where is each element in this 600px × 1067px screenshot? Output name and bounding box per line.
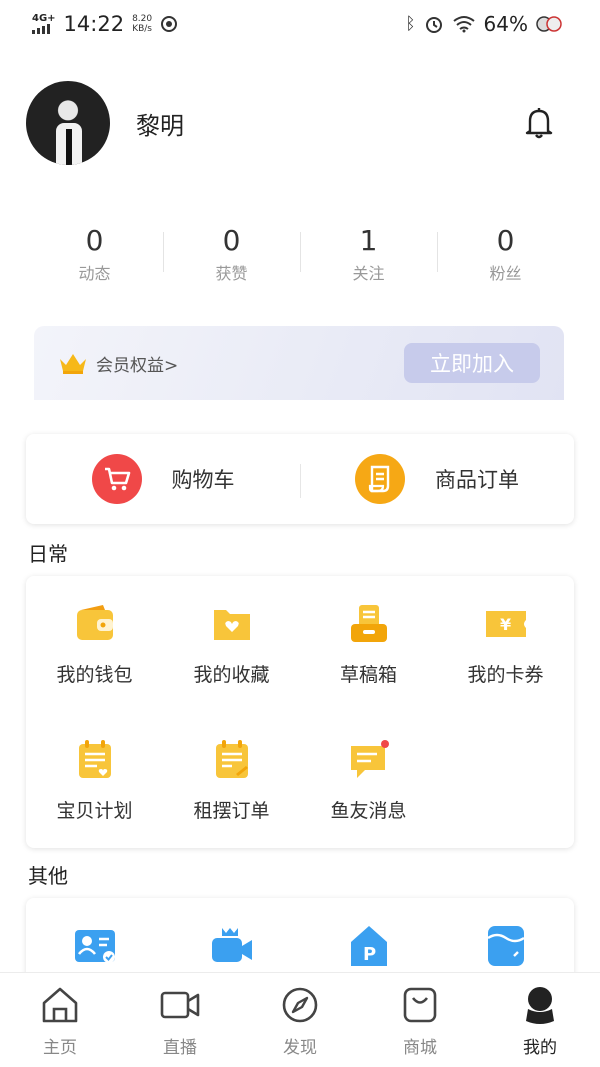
- nav-mall[interactable]: 商城: [360, 973, 480, 1067]
- aquarium-entry[interactable]: [437, 924, 574, 968]
- my-coupons-entry[interactable]: ¥ 我的卡券: [437, 576, 574, 712]
- shop-label: 购物车: [171, 468, 235, 492]
- section-title-daily: 日常: [28, 542, 68, 566]
- status-left: 4G+ 14:22 8.20 KB/s: [32, 12, 178, 36]
- stat-label: 动态: [78, 264, 111, 283]
- battery-level: 64%: [483, 12, 528, 36]
- stat-posts[interactable]: 0 动态: [26, 224, 163, 284]
- crown-icon: [60, 354, 86, 374]
- grid-label: 我的收藏: [193, 664, 270, 686]
- profile-header: 黎明: [26, 80, 574, 166]
- video-camera-icon: [211, 928, 252, 962]
- nav-label: 商城: [403, 1038, 437, 1058]
- favorites-folder-icon: [213, 610, 250, 640]
- grid-label: 草稿箱: [339, 664, 397, 686]
- stat-likes[interactable]: 0 获赞: [163, 224, 300, 284]
- net-speed-unit: KB/s: [132, 24, 152, 34]
- section-title-other: 其他: [28, 864, 68, 888]
- nav-live[interactable]: 直播: [120, 973, 240, 1067]
- bell-icon[interactable]: [524, 106, 554, 140]
- alarm-icon: [425, 17, 442, 33]
- product-orders-entry[interactable]: 商品订单: [300, 454, 574, 504]
- grid-label: 我的钱包: [56, 664, 133, 686]
- stat-value: 1: [359, 224, 378, 257]
- clock: 14:22: [63, 12, 125, 36]
- identity-entry[interactable]: [26, 924, 163, 968]
- unread-dot: [380, 740, 389, 748]
- username[interactable]: 黎明: [136, 106, 524, 141]
- status-bar: 4G+ 14:22 8.20 KB/s ᛒ 64%: [0, 0, 600, 48]
- svg-text:¥: ¥: [500, 615, 511, 634]
- nav-home[interactable]: 主页: [0, 973, 120, 1067]
- wifi-icon: [452, 16, 475, 33]
- wallet-icon: [76, 605, 113, 640]
- shop-label: 商品订单: [435, 468, 519, 492]
- baby-plan-entry[interactable]: 宝贝计划: [26, 712, 163, 848]
- plan-icon: [78, 740, 111, 778]
- grid-label: 我的卡券: [467, 664, 544, 686]
- status-right: ᛒ 64%: [405, 12, 562, 36]
- nav-label: 直播: [163, 1038, 197, 1058]
- live-video-entry[interactable]: [163, 924, 300, 968]
- stat-label: 关注: [352, 264, 385, 283]
- drafts-entry[interactable]: 草稿箱: [300, 576, 437, 712]
- stat-value: 0: [85, 224, 104, 257]
- grid-label: 宝贝计划: [56, 800, 133, 822]
- rental-order-icon: [215, 740, 248, 778]
- me-icon: [526, 987, 554, 1024]
- my-favorites-entry[interactable]: 我的收藏: [163, 576, 300, 712]
- net-speed: 8.20 KB/s: [132, 14, 152, 34]
- home-icon: [42, 987, 78, 1023]
- stat-followers[interactable]: 0 粉丝: [437, 224, 574, 284]
- nav-me[interactable]: 我的: [480, 973, 600, 1067]
- nav-discover[interactable]: 发现: [240, 973, 360, 1067]
- member-banner[interactable]: 会员权益> 立即加入: [34, 326, 564, 400]
- cart-icon: [91, 454, 142, 504]
- my-wallet-entry[interactable]: 我的钱包: [26, 576, 163, 712]
- member-benefits-link[interactable]: 会员权益>: [96, 351, 404, 376]
- id-card-icon: [74, 930, 115, 963]
- rental-orders-entry[interactable]: 租摆订单: [163, 712, 300, 848]
- notification-app-icon: [536, 16, 562, 32]
- sync-app-icon: [161, 16, 178, 32]
- daily-card: 我的钱包 我的收藏 草稿箱 ¥ 我的卡券 宝贝计划 租摆订单 鱼友消息: [26, 576, 574, 848]
- shopping-cart-entry[interactable]: 购物车: [26, 454, 300, 504]
- stat-value: 0: [222, 224, 241, 257]
- draft-box-icon: [350, 605, 387, 642]
- nav-label: 主页: [43, 1038, 77, 1058]
- svg-text:P: P: [363, 944, 376, 965]
- stat-label: 粉丝: [489, 264, 522, 283]
- compass-icon: [282, 987, 318, 1023]
- network-type: 4G+: [32, 13, 56, 24]
- nav-label: 发现: [283, 1038, 317, 1058]
- stat-following[interactable]: 1 关注: [300, 224, 437, 284]
- stat-label: 获赞: [215, 264, 248, 283]
- mall-bag-icon: [403, 987, 437, 1023]
- parking-entry[interactable]: P: [300, 924, 437, 968]
- parking-house-icon: P: [350, 926, 387, 966]
- shop-card: 购物车 商品订单: [26, 434, 574, 524]
- bottom-nav: 主页 直播 发现 商城 我的: [0, 972, 600, 1067]
- water-tank-icon: [486, 926, 525, 966]
- avatar[interactable]: [26, 81, 110, 165]
- grid-label: 租摆订单: [193, 800, 270, 822]
- fish-friend-messages-entry[interactable]: 鱼友消息: [300, 712, 437, 848]
- live-icon: [160, 991, 200, 1019]
- nav-label: 我的: [523, 1038, 557, 1058]
- signal-indicator: 4G+: [32, 14, 56, 34]
- profile-stats: 0 动态 0 获赞 1 关注 0 粉丝: [26, 224, 574, 284]
- bluetooth-icon: ᛒ: [405, 14, 416, 34]
- stat-value: 0: [496, 224, 515, 257]
- message-icon: [350, 740, 389, 778]
- net-speed-value: 8.20: [132, 14, 153, 24]
- coupon-icon: ¥: [485, 611, 526, 637]
- order-icon: [355, 454, 405, 504]
- grid-label: 鱼友消息: [330, 800, 407, 822]
- signal-bars-icon: [32, 24, 50, 34]
- join-now-button[interactable]: 立即加入: [404, 343, 540, 383]
